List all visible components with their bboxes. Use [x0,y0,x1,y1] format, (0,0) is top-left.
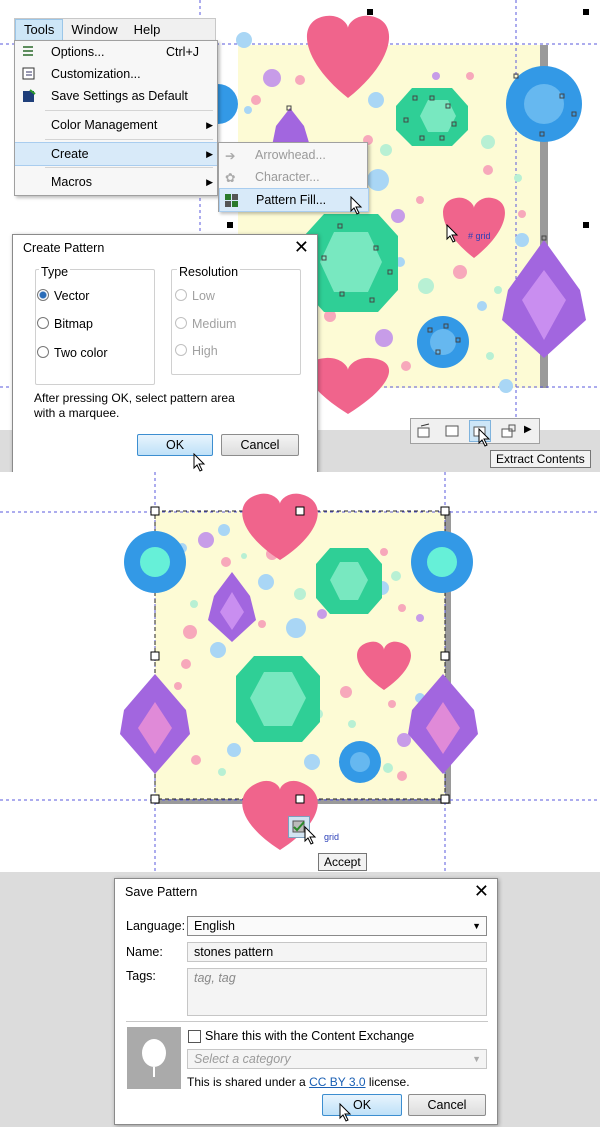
toolbar-expand-arrow-icon[interactable]: ▶ [524,424,532,435]
dropdown-arrow-icon: ▼ [472,921,481,931]
radio-indicator [37,346,49,358]
radio-two-color[interactable]: Two color [37,346,108,360]
radio-indicator [175,289,187,301]
tags-label: Tags: [126,969,156,983]
menu-help[interactable]: Help [126,20,169,40]
menu-tools[interactable]: Tools [15,19,64,41]
pattern-tile-drawing [0,472,600,872]
pattern-fill-icon [225,193,239,207]
character-icon: ✿ [225,171,236,185]
menu-item-color-management[interactable]: Color Management ▶ [15,114,217,136]
cancel-button[interactable]: Cancel [408,1094,486,1116]
cancel-button[interactable]: Cancel [221,434,299,456]
menu-item-create[interactable]: Create ▶ [15,142,217,166]
dialog-title: Create Pattern [23,241,105,255]
menu-item-customization[interactable]: Customization... [15,63,217,85]
snap-label: grid [324,832,340,842]
name-field[interactable]: stones pattern [187,942,487,962]
menu-item-save-settings[interactable]: Save Settings as Default [15,85,217,107]
radio-indicator [37,289,49,301]
menu-bar: Tools Window Help [14,18,216,42]
license-text: This is shared under a CC BY 3.0 license… [187,1075,410,1089]
category-select[interactable]: Select a category ▼ [187,1049,487,1069]
tools-menu: Options... Ctrl+J Customization... Save … [14,40,218,196]
arrow-cursor-icon [339,1103,352,1122]
lock-contents-icon[interactable] [499,422,517,440]
close-icon[interactable]: ✕ [294,237,309,258]
arrow-cursor-icon [350,196,363,215]
customization-icon [21,66,37,82]
radio-bitmap[interactable]: Bitmap [37,317,93,331]
middle-canvas-area: grid Accept [0,472,600,872]
save-pattern-dialog: Save Pattern ✕ Language: English ▼ Name:… [114,878,498,1125]
sapphire-facet [427,547,457,577]
language-select[interactable]: English ▼ [187,916,487,936]
instruction-text: After pressing OK, select pattern area w… [34,391,235,420]
edit-fill-icon[interactable] [415,422,433,440]
menu-separator [45,110,213,111]
divider [126,1021,488,1022]
submenu-item-pattern-fill[interactable]: Pattern Fill... [219,188,369,212]
language-label: Language: [126,919,186,933]
menu-separator [45,167,213,168]
arrow-cursor-icon [446,224,459,243]
radio-indicator [37,317,49,329]
menu-item-options[interactable]: Options... Ctrl+J [15,41,217,63]
type-group-title: Type [39,265,71,279]
radio-high[interactable]: High [175,344,218,358]
arrow-cursor-icon [193,453,206,472]
name-label: Name: [126,945,163,959]
sapphire-facet [430,329,456,355]
share-label: Share this with the Content Exchange [205,1029,415,1043]
arrowhead-icon: ➔ [225,149,236,163]
save-settings-icon [21,88,37,104]
radio-indicator [175,317,187,329]
accept-tooltip: Accept [318,853,367,871]
menu-separator [45,139,213,140]
menu-window[interactable]: Window [63,20,125,40]
radio-vector[interactable]: Vector [37,289,89,303]
sapphire-facet [140,547,170,577]
balloon-icon [142,1039,166,1077]
tags-field[interactable]: tag, tag [187,968,487,1016]
sapphire-facet [350,752,370,772]
arrow-cursor-icon [478,428,491,447]
arrow-cursor-icon [304,826,317,845]
submenu-arrow-icon: ▶ [206,120,213,130]
radio-indicator [175,344,187,356]
thumbnail-placeholder [127,1027,181,1089]
menu-item-macros[interactable]: Macros ▶ [15,171,217,193]
snap-label: # grid [468,231,491,241]
radio-low[interactable]: Low [175,289,215,303]
license-link[interactable]: CC BY 3.0 [309,1075,365,1089]
dropdown-arrow-icon: ▼ [472,1054,481,1064]
submenu-arrow-icon: ▶ [206,149,213,159]
submenu-item-character[interactable]: ✿ Character... [219,166,367,188]
submenu-arrow-icon: ▶ [206,177,213,187]
radio-medium[interactable]: Medium [175,317,236,331]
submenu-item-arrowhead[interactable]: ➔ Arrowhead... [219,144,367,166]
extract-contents-tooltip: Extract Contents [490,450,591,468]
create-pattern-dialog: Create Pattern ✕ Type Vector Bitmap Two … [12,234,318,474]
sapphire-facet [524,84,564,124]
create-submenu: ➔ Arrowhead... ✿ Character... Pattern Fi… [218,142,369,212]
dialog-title: Save Pattern [125,885,198,899]
ok-button[interactable]: OK [322,1094,402,1116]
crop-icon[interactable] [443,422,461,440]
options-icon [21,44,37,60]
pattern-toolbar: ▶ [410,418,540,444]
close-icon[interactable]: ✕ [474,881,489,902]
share-checkbox[interactable] [188,1030,201,1043]
resolution-group-title: Resolution [177,265,241,279]
